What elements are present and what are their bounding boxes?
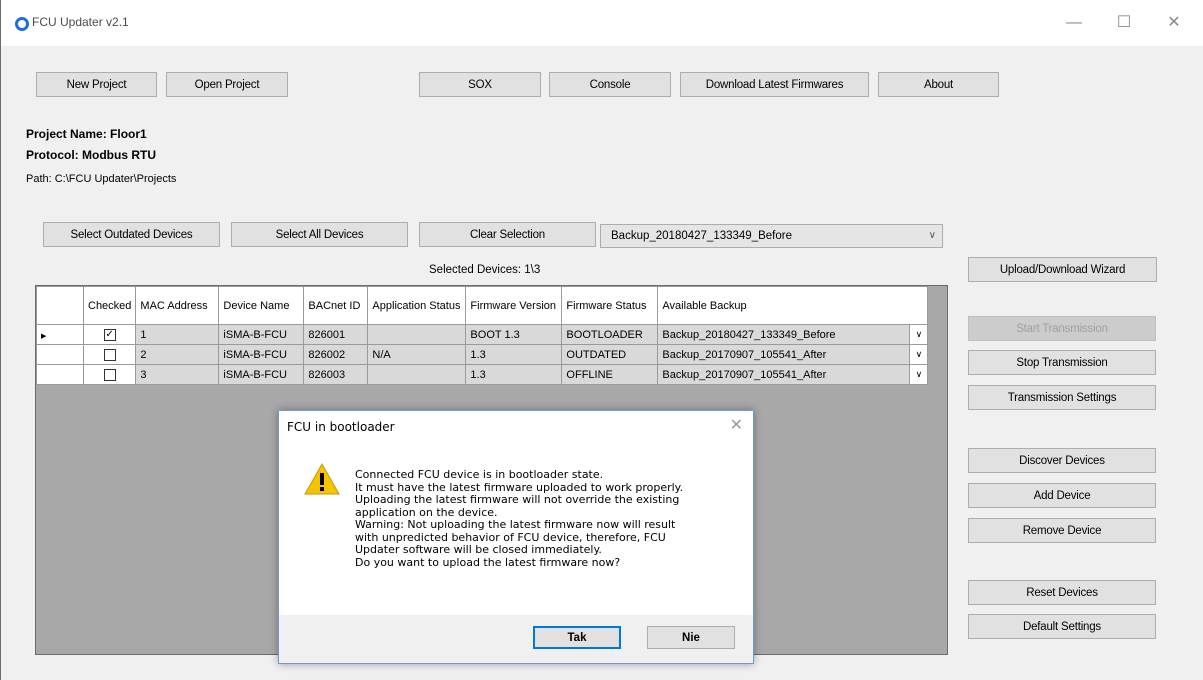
checked-cell[interactable] [82,344,137,365]
column-header-device[interactable]: Device Name [218,286,305,325]
table-row[interactable]: 3 iSMA-B-FCU 826003 1.3 OFFLINE Backup_2… [36,364,929,385]
dialog-title: FCU in bootloader [287,420,395,434]
chevron-down-icon[interactable]: ∨ [909,344,929,365]
new-project-button[interactable]: New Project [36,72,157,97]
select-outdated-button[interactable]: Select Outdated Devices [43,222,220,247]
row-header-corner [36,286,84,325]
app-status-cell [367,364,467,385]
default-settings-button[interactable]: Default Settings [968,614,1156,639]
project-protocol: Protocol: Modbus RTU [26,148,156,162]
row-checkbox[interactable] [103,368,116,381]
bacnet-cell: 826002 [303,344,369,365]
remove-device-button[interactable]: Remove Device [968,518,1156,543]
dialog-message-line: Warning: Not uploading the latest firmwa… [355,518,676,531]
dialog-message-line: Do you want to upload the latest firmwar… [355,555,621,569]
add-device-button[interactable]: Add Device [968,483,1156,508]
grid-header-row: Checked MAC Address Device Name BACnet I… [36,286,929,325]
column-header-backup[interactable]: Available Backup [657,286,929,325]
column-header-fw-status[interactable]: Firmware Status [561,286,659,325]
main-window: FCU Updater v2.1 — ☐ ✕ New Project Open … [0,0,1203,680]
backup-cell[interactable]: Backup_20170907_105541_After [657,364,911,385]
no-button[interactable]: Nie [647,626,735,649]
dialog-footer: Tak Nie [279,615,753,663]
table-row[interactable]: ▶ ✓ 1 iSMA-B-FCU 826001 BOOT 1.3 BOOTLOA… [36,324,929,345]
warning-triangle-icon [304,463,340,495]
minimize-icon[interactable]: — [1054,8,1094,38]
stop-transmission-button[interactable]: Stop Transmission [968,350,1156,375]
column-header-bacnet[interactable]: BACnet ID [303,286,369,325]
row-checkbox[interactable]: ✓ [103,328,116,341]
dialog-message: Connected FCU device is in bootloader st… [355,468,745,569]
open-project-button[interactable]: Open Project [166,72,288,97]
row-header[interactable]: ▶ [36,324,84,345]
close-icon[interactable]: ✕ [1154,8,1194,38]
fw-status-cell: BOOTLOADER [561,324,659,345]
about-button[interactable]: About [878,72,999,97]
backup-cell[interactable]: Backup_20180427_133349_Before [657,324,911,345]
column-header-fw-version[interactable]: Firmware Version [465,286,563,325]
fw-version-cell: 1.3 [465,364,563,385]
checked-cell[interactable]: ✓ [82,324,137,345]
clear-selection-button[interactable]: Clear Selection [419,222,596,247]
fw-status-cell: OUTDATED [561,344,659,365]
dialog-close-icon[interactable]: ✕ [730,415,743,435]
dialog-message-line: Updater software will be closed immediat… [355,543,602,556]
bacnet-cell: 826003 [303,364,369,385]
backup-cell[interactable]: Backup_20170907_105541_After [657,344,911,365]
row-header[interactable] [36,344,84,365]
column-header-mac[interactable]: MAC Address [135,286,220,325]
mac-cell: 2 [135,344,220,365]
bootloader-dialog: FCU in bootloader ✕ Connected FCU device… [278,410,754,664]
device-cell: iSMA-B-FCU [218,324,305,345]
row-checkbox[interactable] [103,348,116,361]
backup-select-value: Backup_20180427_133349_Before [611,230,792,242]
device-cell: iSMA-B-FCU [218,344,305,365]
app-globe-icon [15,17,29,31]
fw-status-cell: OFFLINE [561,364,659,385]
column-header-checked[interactable]: Checked [82,286,137,325]
reset-devices-button[interactable]: Reset Devices [968,580,1156,605]
chevron-down-icon: ∨ [928,230,936,241]
fw-version-cell: 1.3 [465,344,563,365]
chevron-down-icon[interactable]: ∨ [909,324,929,345]
yes-button[interactable]: Tak [533,626,621,649]
sox-button[interactable]: SOX [419,72,541,97]
transmission-settings-button[interactable]: Transmission Settings [968,385,1156,410]
mac-cell: 1 [135,324,220,345]
fw-version-cell: BOOT 1.3 [465,324,563,345]
table-row[interactable]: 2 iSMA-B-FCU 826002 N/A 1.3 OUTDATED Bac… [36,344,929,365]
mac-cell: 3 [135,364,220,385]
title-bar: FCU Updater v2.1 — ☐ ✕ [1,0,1203,46]
maximize-icon[interactable]: ☐ [1104,8,1144,38]
download-firmwares-button[interactable]: Download Latest Firmwares [680,72,869,97]
select-all-button[interactable]: Select All Devices [231,222,408,247]
project-name: Project Name: Floor1 [26,127,147,141]
column-header-app-status[interactable]: Application Status [367,286,467,325]
device-cell: iSMA-B-FCU [218,364,305,385]
window-title: FCU Updater v2.1 [32,15,129,29]
app-status-cell [367,324,467,345]
backup-select[interactable]: Backup_20180427_133349_Before ∨ [600,224,943,248]
checked-cell[interactable] [82,364,137,385]
project-path: Path: C:\FCU Updater\Projects [26,173,177,185]
dialog-message-line: Uploading the latest firmware will not o… [355,493,680,506]
console-button[interactable]: Console [549,72,671,97]
start-transmission-button[interactable]: Start Transmission [968,316,1156,341]
chevron-down-icon[interactable]: ∨ [909,364,929,385]
row-header[interactable] [36,364,84,385]
app-status-cell: N/A [367,344,467,365]
dialog-message-line: Connected FCU device is in bootloader st… [355,468,604,481]
row-pointer-icon: ▶ [41,332,47,340]
bacnet-cell: 826001 [303,324,369,345]
selected-devices-count: Selected Devices: 1\3 [429,264,541,276]
wizard-button[interactable]: Upload/Download Wizard [968,257,1157,282]
discover-devices-button[interactable]: Discover Devices [968,448,1156,473]
